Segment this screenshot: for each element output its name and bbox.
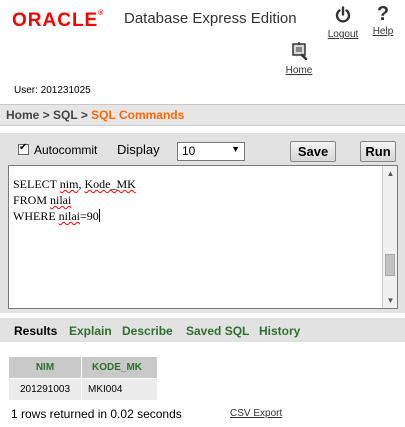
app-header: ORACLE® Database Express Edition Logout … — [0, 0, 405, 105]
tab-history[interactable]: History — [259, 324, 300, 338]
logout-link[interactable]: Logout — [326, 6, 360, 40]
product-title: Database Express Edition — [124, 10, 297, 27]
sql-command-panel: Autocommit Display 10 ▼ Save Run SELECT … — [0, 133, 405, 313]
chevron-down-icon: ▼ — [231, 144, 240, 154]
breadcrumb-sql[interactable]: SQL — [53, 108, 77, 122]
logout-label: Logout — [327, 29, 359, 40]
tab-saved-sql[interactable]: Saved SQL — [186, 324, 249, 338]
breadcrumb: Home > SQL > SQL Commands — [0, 104, 405, 126]
table-header-row: NIM KODE_MK — [8, 356, 158, 379]
csv-export-link[interactable]: CSV Export — [230, 408, 282, 419]
breadcrumb-separator: > — [39, 108, 54, 122]
table-row: 201291003 MKI004 — [8, 378, 158, 401]
breadcrumb-separator: > — [77, 108, 92, 122]
run-button[interactable]: Run — [360, 141, 396, 162]
autocommit-label: Autocommit — [34, 143, 98, 157]
user-info: User: 201231025 — [14, 85, 91, 96]
result-tabs: Results Explain Describe Saved SQL Histo… — [0, 318, 405, 342]
cell-kode-mk: MKI004 — [81, 378, 158, 401]
save-button[interactable]: Save — [290, 141, 336, 162]
sql-toolbar: Autocommit Display 10 ▼ Save Run — [8, 139, 398, 163]
scrollbar-thumb[interactable] — [385, 254, 395, 276]
results-table: NIM KODE_MK 201291003 MKI004 — [8, 356, 158, 401]
tab-explain[interactable]: Explain — [69, 324, 112, 338]
autocommit-checkbox[interactable] — [18, 142, 29, 155]
scroll-down-icon[interactable]: ▼ — [383, 293, 398, 308]
cell-nim: 201291003 — [8, 378, 82, 401]
help-label: Help — [372, 26, 394, 37]
column-header-nim: NIM — [8, 356, 82, 379]
display-select[interactable]: 10 ▼ — [177, 142, 245, 161]
home-link[interactable]: Home — [282, 40, 316, 76]
question-mark-icon: ? — [376, 3, 390, 25]
editor-scrollbar[interactable]: ▲ ▼ — [382, 166, 397, 308]
breadcrumb-current: SQL Commands — [91, 108, 185, 122]
text-caret — [98, 209, 100, 222]
display-value: 10 — [182, 144, 196, 158]
rows-returned-status: 1 rows returned in 0.02 seconds — [11, 407, 182, 421]
oracle-logo: ORACLE® — [12, 10, 104, 31]
tab-results[interactable]: Results — [14, 324, 57, 338]
column-header-kode-mk: KODE_MK — [81, 356, 158, 379]
breadcrumb-home[interactable]: Home — [6, 108, 39, 122]
scroll-up-icon[interactable]: ▲ — [383, 166, 398, 181]
tab-describe[interactable]: Describe — [122, 324, 173, 338]
sql-text: SELECT nim, Kode_MK FROM nilai WHERE nil… — [13, 177, 136, 223]
home-icon — [292, 42, 308, 61]
power-icon — [335, 6, 351, 23]
help-link[interactable]: ? Help — [369, 4, 397, 37]
display-label: Display — [117, 142, 160, 157]
home-label: Home — [285, 65, 313, 76]
sql-editor[interactable]: SELECT nim, Kode_MK FROM nilai WHERE nil… — [8, 165, 398, 309]
